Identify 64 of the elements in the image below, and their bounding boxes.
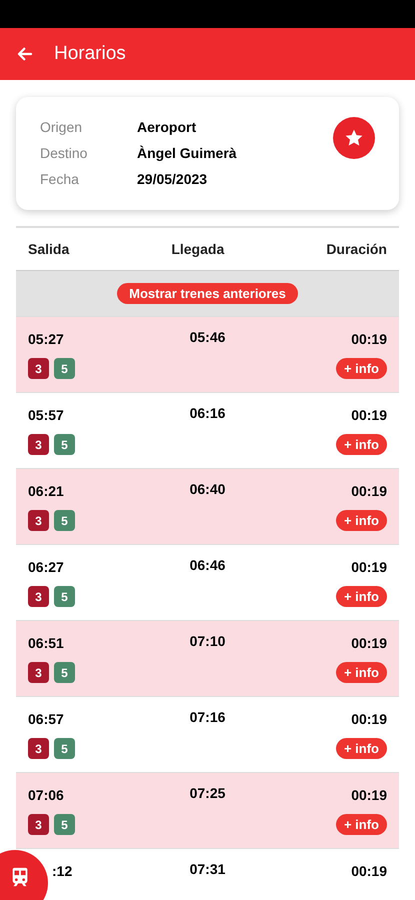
line-badge: 3 [28, 738, 49, 759]
field-label: Destino [40, 144, 88, 163]
arrival-time: 07:16 [190, 708, 226, 727]
line-badge: 3 [28, 434, 49, 455]
duration: 00:19 [350, 862, 387, 881]
field-label: Fecha [40, 170, 80, 189]
train-row[interactable]: 05:27 05:46 00:19 3 5 + info [16, 316, 399, 392]
departure-time: 06:21 [28, 482, 65, 501]
more-info-button[interactable]: + info [336, 358, 387, 379]
line-badge: 3 [28, 510, 49, 531]
departure-time: 05:27 [28, 330, 65, 349]
more-info-button[interactable]: + info [336, 434, 387, 455]
line-badge: 5 [54, 434, 75, 455]
column-header: Llegada [171, 240, 224, 259]
arrival-time: 07:31 [190, 860, 226, 879]
line-badge: 5 [54, 738, 75, 759]
field-value: Àngel Guimerà [137, 144, 237, 163]
more-info-button[interactable]: + info [336, 662, 387, 683]
back-arrow-icon [16, 45, 34, 63]
departure-time: 07:06 [28, 786, 65, 805]
arrival-time: 06:16 [190, 404, 226, 423]
duration: 00:19 [350, 482, 387, 501]
line-badge: 3 [28, 814, 49, 835]
more-info-button[interactable]: + info [336, 510, 387, 531]
more-info-button[interactable]: + info [336, 738, 387, 759]
arrival-time: 06:40 [190, 480, 226, 499]
column-header: Salida [28, 240, 70, 258]
duration: 00:19 [350, 558, 387, 577]
arrival-time: 07:25 [190, 784, 226, 803]
duration: 00:19 [350, 634, 387, 653]
departure-time: 06:51 [28, 634, 65, 653]
departure-time: 06:27 [28, 558, 65, 577]
screen-title: Horarios [54, 42, 126, 66]
duration: 00:19 [350, 406, 387, 425]
departure-time: :12 [51, 862, 74, 881]
duration: 00:19 [350, 710, 387, 729]
show-earlier-button[interactable]: Mostrar trenes anteriores [117, 282, 298, 304]
line-badge: 3 [28, 586, 49, 607]
field-value: Aeroport [137, 118, 196, 137]
line-badge: 5 [54, 510, 75, 531]
line-badge: 3 [28, 662, 49, 683]
more-info-button[interactable]: + info [336, 814, 387, 835]
star-icon [344, 128, 364, 148]
field-value: 29/05/2023 [137, 170, 208, 189]
duration: 00:19 [350, 330, 387, 349]
arrival-time: 06:46 [190, 556, 226, 575]
line-badge: 5 [54, 662, 75, 683]
line-badge: 3 [28, 358, 49, 379]
arrival-time: 07:10 [190, 632, 226, 651]
favorite-button[interactable] [333, 117, 375, 159]
column-header: Duración [326, 240, 387, 258]
field-label: Origen [40, 118, 84, 137]
arrival-time: 05:46 [190, 328, 226, 347]
train-row[interactable]: 06:51 07:10 00:19 3 5 + info [16, 620, 399, 696]
departure-time: 05:57 [28, 406, 65, 425]
train-row[interactable]: 07:06 07:25 00:19 3 5 + info [16, 772, 399, 848]
line-badge: 5 [54, 814, 75, 835]
line-badge: 5 [54, 586, 75, 607]
more-info-button[interactable]: + info [336, 586, 387, 607]
departure-time: 06:57 [28, 710, 65, 729]
back-button[interactable] [16, 45, 34, 63]
duration: 00:19 [350, 786, 387, 805]
line-badge: 5 [54, 358, 75, 379]
train-row[interactable]: 06:21 06:40 00:19 3 5 + info [16, 468, 399, 544]
